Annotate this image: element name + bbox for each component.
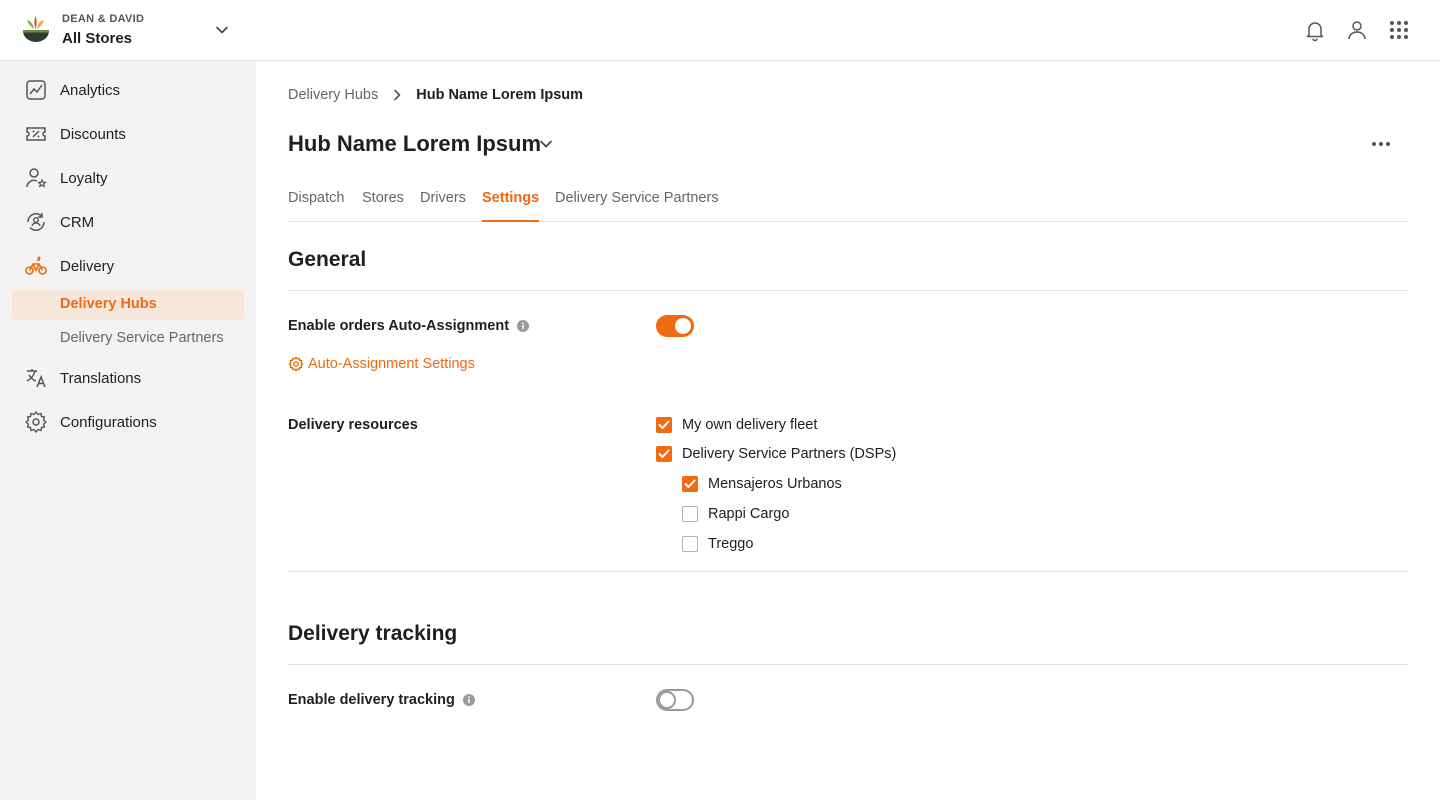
sidebar-item-label: CRM	[60, 213, 95, 231]
check-icon	[658, 449, 670, 458]
tab-bar: Dispatch Stores Drivers Settings Deliver…	[288, 189, 1408, 222]
gear-icon	[25, 411, 47, 433]
main-content: Delivery Hubs Hub Name Lorem Ipsum Hub N…	[288, 61, 1408, 800]
sidebar-item-label: Analytics	[60, 81, 121, 99]
more-options-icon[interactable]	[1370, 133, 1392, 155]
sidebar-subitem-label: Delivery Service Partners	[60, 330, 224, 346]
sidebar-item-label: Translations	[60, 369, 142, 387]
brand-name: DEAN & DAVID	[62, 13, 145, 25]
checkbox-rappi-cargo[interactable]: Rappi Cargo	[682, 506, 789, 522]
check-icon	[658, 420, 670, 429]
discount-icon	[26, 127, 46, 141]
info-icon[interactable]	[462, 694, 475, 706]
brand-logo	[23, 16, 49, 42]
apps-grid-icon[interactable]	[1387, 18, 1411, 42]
checkbox-checked[interactable]	[682, 476, 698, 492]
checkbox-own-fleet[interactable]: My own delivery fleet	[656, 417, 817, 433]
store-selector-value[interactable]: All Stores	[62, 30, 132, 47]
info-icon[interactable]	[517, 320, 530, 332]
breadcrumb-link-delivery-hubs[interactable]: Delivery Hubs	[288, 87, 378, 103]
checkbox-mensajeros-urbanos[interactable]: Mensajeros Urbanos	[682, 476, 842, 492]
top-bar: DEAN & DAVID All Stores	[0, 0, 1440, 61]
analytics-icon	[26, 80, 46, 100]
auto-assignment-toggle[interactable]	[656, 315, 694, 337]
chevron-down-icon[interactable]	[537, 135, 555, 153]
crm-icon	[27, 213, 45, 231]
loyalty-icon	[26, 168, 47, 188]
toggle-knob	[658, 691, 676, 709]
checkbox-label: My own delivery fleet	[682, 417, 818, 433]
sidebar-item-label: Configurations	[60, 413, 157, 431]
sidebar-item-crm[interactable]: CRM	[12, 204, 244, 240]
section-title-delivery-tracking: Delivery tracking	[288, 622, 458, 645]
delivery-resources-label: Delivery resources	[288, 417, 418, 433]
gear-icon	[288, 356, 304, 372]
toggle-knob	[675, 318, 691, 334]
bike-icon	[25, 256, 47, 275]
sidebar-item-discounts[interactable]: Discounts	[12, 116, 244, 152]
checkbox-label: Rappi Cargo	[708, 506, 790, 522]
sidebar-item-label: Discounts	[60, 125, 126, 143]
auto-assignment-label: Enable orders Auto-Assignment	[288, 318, 530, 334]
delivery-tracking-toggle[interactable]	[656, 689, 694, 711]
checkbox-label: Delivery Service Partners (DSPs)	[682, 446, 897, 462]
sidebar-item-analytics[interactable]: Analytics	[12, 72, 244, 108]
sidebar-subitem-label: Delivery Hubs	[60, 296, 157, 312]
tab-dispatch[interactable]: Dispatch	[288, 190, 344, 222]
chevron-down-icon[interactable]	[212, 20, 232, 40]
divider	[288, 571, 1408, 572]
user-icon[interactable]	[1345, 18, 1369, 42]
auto-assignment-label-text: Enable orders Auto-Assignment	[288, 318, 510, 334]
auto-assignment-settings-link[interactable]: Auto-Assignment Settings	[288, 356, 475, 372]
checkbox-dsps[interactable]: Delivery Service Partners (DSPs)	[656, 446, 896, 462]
tab-settings[interactable]: Settings	[482, 190, 540, 222]
tab-delivery-service-partners[interactable]: Delivery Service Partners	[555, 190, 719, 222]
bell-icon[interactable]	[1303, 18, 1327, 42]
auto-assignment-settings-text: Auto-Assignment Settings	[308, 356, 475, 372]
breadcrumb: Delivery Hubs Hub Name Lorem Ipsum	[288, 87, 583, 103]
tab-drivers[interactable]: Drivers	[420, 190, 466, 222]
sidebar-item-configurations[interactable]: Configurations	[12, 404, 244, 440]
sidebar-item-label: Loyalty	[60, 169, 108, 187]
divider	[288, 664, 1408, 665]
sidebar: Analytics Discounts Loyalty CRM Delivery…	[0, 61, 256, 800]
sidebar-item-delivery[interactable]: Delivery	[12, 248, 244, 284]
delivery-tracking-label: Enable delivery tracking	[288, 692, 475, 708]
checkbox-label: Treggo	[708, 536, 754, 552]
checkbox-checked[interactable]	[656, 446, 672, 462]
divider	[288, 290, 1408, 291]
breadcrumb-current: Hub Name Lorem Ipsum	[416, 87, 584, 103]
sidebar-item-label: Delivery	[60, 257, 115, 275]
translate-icon	[26, 369, 46, 388]
check-icon	[684, 479, 696, 488]
checkbox-unchecked[interactable]	[682, 506, 698, 522]
section-title-general: General	[288, 248, 367, 271]
chevron-right-icon	[394, 89, 401, 101]
tab-stores[interactable]: Stores	[362, 190, 404, 222]
sidebar-item-translations[interactable]: Translations	[12, 360, 244, 396]
sidebar-subitem-delivery-hubs[interactable]: Delivery Hubs	[12, 290, 244, 320]
delivery-tracking-label-text: Enable delivery tracking	[288, 692, 455, 708]
sidebar-subitem-delivery-service-partners[interactable]: Delivery Service Partners	[12, 324, 244, 354]
sidebar-item-loyalty[interactable]: Loyalty	[12, 160, 244, 196]
checkbox-checked[interactable]	[656, 417, 672, 433]
checkbox-label: Mensajeros Urbanos	[708, 476, 842, 492]
checkbox-treggo[interactable]: Treggo	[682, 536, 753, 552]
page-title: Hub Name Lorem Ipsum	[288, 131, 542, 156]
checkbox-unchecked[interactable]	[682, 536, 698, 552]
